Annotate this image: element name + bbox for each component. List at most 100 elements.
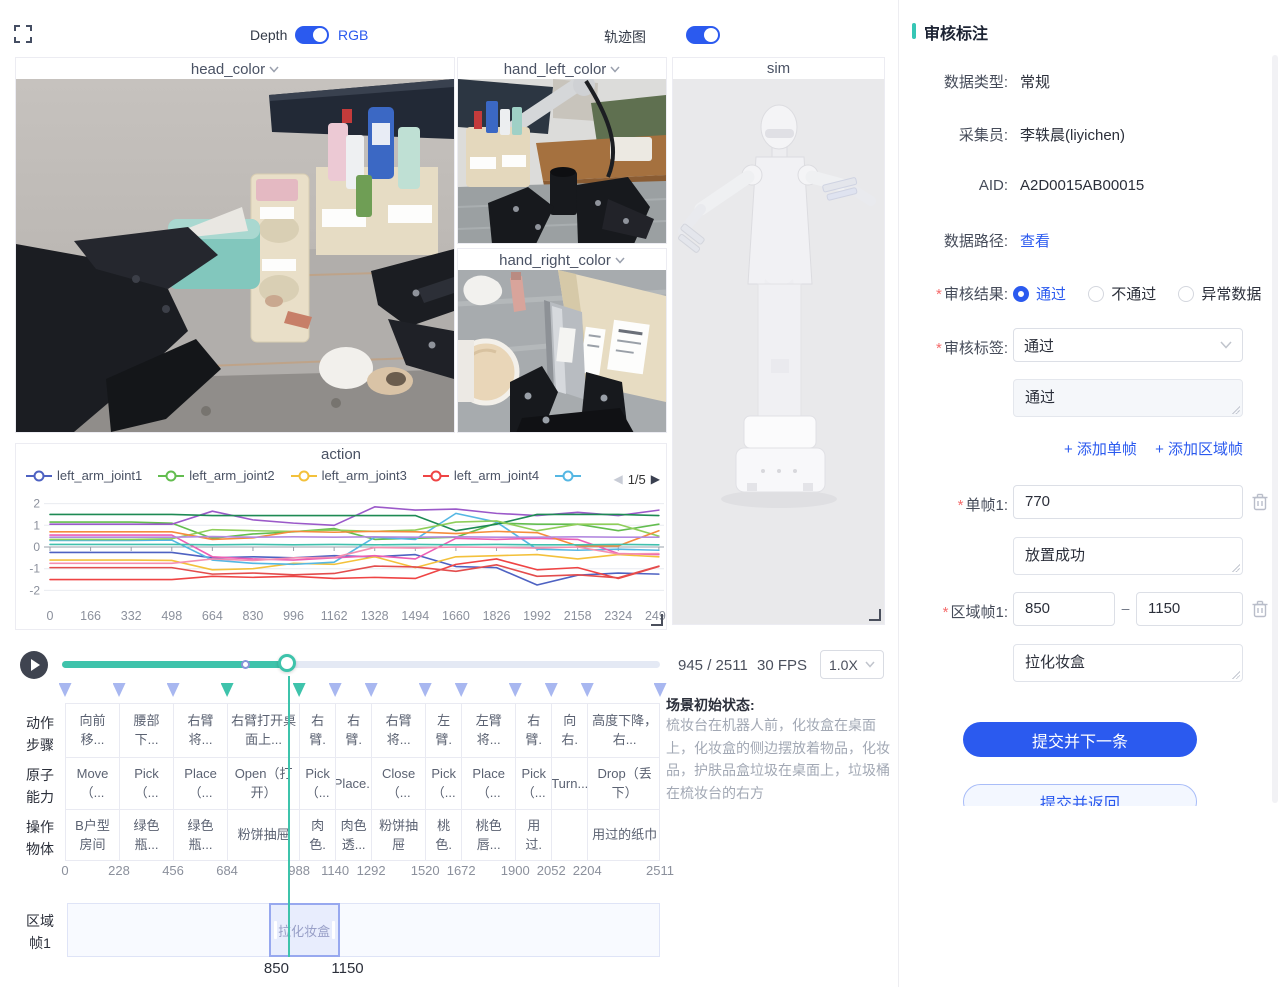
single-frame-label: *单帧1:: [900, 494, 1008, 515]
hand-right-camera-image: [458, 270, 666, 432]
hand-right-camera-title[interactable]: hand_right_color: [458, 249, 666, 270]
legend-item[interactable]: left_arm_joint3: [291, 468, 407, 483]
hand-left-camera-title[interactable]: hand_left_color: [458, 58, 666, 79]
region-start-label: 850: [264, 960, 289, 977]
legend-marker-icon: [26, 470, 52, 482]
svg-text:830: 830: [243, 609, 264, 623]
region-frame-note-textarea[interactable]: 拉化妆盒: [1013, 644, 1243, 682]
head-camera-title[interactable]: head_color: [16, 58, 454, 79]
frame-axis-label: 0: [61, 863, 68, 878]
legend-marker-icon: [423, 470, 449, 482]
svg-text:1660: 1660: [442, 609, 470, 623]
single-frame-input[interactable]: 770: [1013, 485, 1243, 519]
step-boundary-marker[interactable]: [509, 683, 522, 697]
delete-single-frame-icon[interactable]: [1252, 493, 1268, 511]
radio-option-fail[interactable]: 不通过: [1088, 286, 1156, 303]
step-boundary-marker[interactable]: [59, 683, 72, 697]
step-boundary-marker[interactable]: [581, 683, 594, 697]
step-boundary-marker[interactable]: [329, 683, 342, 697]
radio-unselected-icon[interactable]: [1178, 286, 1194, 302]
title-accent-bar: [912, 23, 916, 39]
table-row: Move（...Pick（...Place（...Open（打开）Pick（..…: [66, 757, 659, 810]
add-single-frame-link[interactable]: + 添加单帧: [1064, 441, 1137, 458]
region-frame-bar[interactable]: 拉化妆盒: [67, 903, 660, 957]
step-boundary-marker[interactable]: [419, 683, 432, 697]
table-cell: Drop（丢下）: [588, 758, 661, 810]
single-frame-note-textarea[interactable]: 放置成功: [1013, 537, 1243, 575]
radio-option-abnormal[interactable]: 异常数据: [1178, 286, 1261, 303]
step-boundary-marker[interactable]: [365, 683, 378, 697]
table-cell: 用过的纸巾: [588, 810, 661, 861]
progress-slider-handle[interactable]: [278, 654, 296, 672]
table-cell: Pick（...: [516, 758, 552, 810]
frame-progress-label: 945 / 2511: [678, 657, 748, 674]
add-region-frame-link[interactable]: + 添加区域帧: [1155, 441, 1243, 458]
radio-unselected-icon[interactable]: [1088, 286, 1104, 302]
review-tag-note-textarea[interactable]: 通过: [1013, 379, 1243, 417]
resize-handle-icon[interactable]: [1231, 670, 1240, 679]
step-boundary-marker[interactable]: [167, 683, 180, 697]
step-boundary-marker[interactable]: [545, 683, 558, 697]
table-cell: Pick（...: [300, 758, 336, 810]
review-panel: 审核标注 数据类型: 常规 采集员: 李轶晨(liyichen) AID: A2…: [900, 0, 1280, 987]
legend-item[interactable]: left_arm_joint4: [423, 468, 539, 483]
svg-text:-2: -2: [29, 583, 40, 597]
review-tag-select[interactable]: 通过: [1013, 328, 1243, 362]
region-frame-block[interactable]: 拉化妆盒: [269, 903, 340, 957]
playback-speed-select[interactable]: 1.0X: [820, 650, 884, 679]
required-asterisk: *: [936, 340, 942, 357]
svg-text:1162: 1162: [321, 609, 348, 623]
frame-axis-label: 1672: [447, 863, 476, 878]
review-tag-value: 通过: [1024, 335, 1054, 356]
step-table: 向前移...腰部下...右臂将...右臂打开桌面上...右臂.右臂.右臂将...…: [65, 703, 660, 861]
data-path-view-link[interactable]: 查看: [1020, 230, 1050, 251]
legend-item[interactable]: left_arm_joint2: [158, 468, 274, 483]
legend-next-icon[interactable]: ▶: [651, 472, 660, 486]
table-row: B户型房间绿色瓶...绿色瓶...粉饼抽屉肉色.肉色透...粉饼抽屉桃色.桃色唇…: [66, 809, 659, 861]
right-panel-scrollbar[interactable]: [1272, 55, 1278, 803]
chevron-down-icon: [610, 58, 620, 79]
table-cell: B户型房间: [66, 810, 120, 861]
legend-prev-icon[interactable]: ◀: [613, 472, 622, 486]
resize-corner-icon[interactable]: [651, 614, 663, 626]
table-cell: 用过.: [516, 810, 552, 861]
table-cell: 粉饼抽屉: [372, 810, 426, 861]
hand-right-camera-panel: hand_right_color: [457, 248, 667, 433]
fullscreen-icon[interactable]: [14, 25, 32, 43]
step-boundary-marker[interactable]: [654, 683, 667, 697]
delete-region-frame-icon[interactable]: [1252, 600, 1268, 618]
step-boundary-marker[interactable]: [293, 683, 306, 697]
depth-rgb-toggle[interactable]: [295, 26, 329, 44]
chevron-down-icon: [1220, 341, 1232, 349]
step-boundary-marker[interactable]: [113, 683, 126, 697]
table-cell: 桃色.: [426, 810, 462, 861]
region-left-handle[interactable]: [274, 921, 277, 939]
resize-corner-icon[interactable]: [869, 609, 881, 621]
required-asterisk: *: [943, 604, 949, 621]
aid-label: AID:: [900, 177, 1008, 194]
step-boundary-marker[interactable]: [455, 683, 468, 697]
frame-axis-label: 988: [288, 863, 310, 878]
resize-handle-icon[interactable]: [1231, 405, 1240, 414]
region-end-input[interactable]: 1150: [1136, 592, 1243, 626]
frame-axis-label: 228: [108, 863, 130, 878]
submit-return-button[interactable]: 提交并返回: [963, 784, 1197, 806]
svg-text:0: 0: [47, 609, 54, 623]
head-camera-title-label: head_color: [191, 61, 265, 78]
trajectory-toggle[interactable]: [686, 26, 720, 44]
fps-label: 30 FPS: [757, 657, 807, 674]
table-cell: 右臂.: [300, 704, 336, 757]
radio-selected-icon[interactable]: [1013, 286, 1029, 302]
play-button[interactable]: [20, 651, 48, 679]
region-right-handle[interactable]: [332, 921, 335, 939]
chart-legend: left_arm_joint1 left_arm_joint2 left_arm…: [26, 468, 581, 490]
radio-option-pass[interactable]: 通过: [1013, 286, 1066, 303]
legend-item[interactable]: left_arm_joint1: [26, 468, 142, 483]
row-label-object: 操作物体: [24, 816, 56, 861]
legend-item[interactable]: le: [555, 468, 581, 483]
annotation-review-app: Depth RGB 轨迹图 head_color: [0, 0, 1280, 987]
region-start-input[interactable]: 850: [1013, 592, 1115, 626]
resize-handle-icon[interactable]: [1231, 563, 1240, 572]
step-boundary-marker[interactable]: [221, 683, 234, 697]
submit-next-button[interactable]: 提交并下一条: [963, 722, 1197, 757]
